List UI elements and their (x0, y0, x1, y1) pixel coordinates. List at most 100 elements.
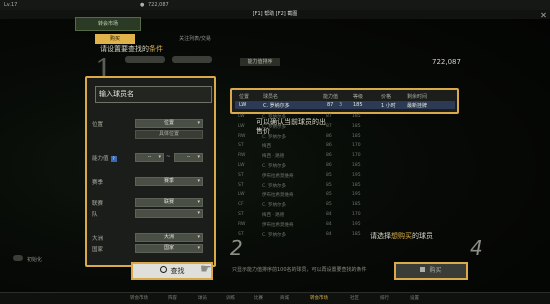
table-row[interactable]: RW 梅西 · 路德 86 170 (234, 152, 456, 159)
table-row[interactable]: ST 伊布拉希莫维奇 85 195 (234, 172, 456, 179)
row-pos: LW (238, 163, 245, 168)
row-ovr: 85 (326, 202, 332, 208)
row-ovr: 87 (326, 114, 332, 119)
row-count: 185 (352, 133, 361, 139)
row-count: 185 (353, 102, 363, 108)
nav-item[interactable]: 转会市场 (130, 295, 148, 301)
close-icon[interactable] (541, 12, 546, 17)
col-position: 位置 (239, 94, 250, 100)
table-row[interactable]: ST 梅西 86 170 (234, 142, 456, 149)
nav-item[interactable]: 排行 (380, 295, 389, 301)
tip-select-player: 请选择想购买的球员 (370, 232, 433, 241)
coin-balance: 722,087 (432, 58, 461, 66)
row-count: 195 (352, 221, 361, 227)
table-row[interactable]: CF C. 罗纳尔多 85 185 (234, 201, 456, 208)
row-ovr: 84 (326, 221, 332, 227)
row-pos: CF (238, 202, 244, 208)
nav-item[interactable]: 阵容 (168, 295, 177, 301)
row-name: 梅西 · 路德 (262, 154, 285, 160)
row-pos: ST (238, 212, 244, 217)
row-count: 170 (352, 212, 361, 217)
row-pos: RW (238, 153, 246, 159)
row-name: 伊布拉希莫维奇 (262, 173, 294, 179)
tip2-line1: 可以确认当前球员的出 (256, 118, 326, 126)
row-pos: LW (238, 123, 245, 129)
row-pos: ST (238, 172, 244, 178)
field-label-position: 位置 (92, 122, 104, 128)
field-label-country: 国家 (92, 247, 104, 253)
coin-count: 722,087 (148, 2, 169, 8)
buy-button[interactable]: 购买 (394, 262, 468, 280)
field-label-season: 赛季 (92, 180, 104, 186)
nav-item[interactable]: 比赛 (254, 295, 263, 301)
selected-player-card[interactable]: 位置 球员名 能力值 等级 价格 剩余时间 LW C. 罗纳尔多 87 3 18… (230, 88, 459, 114)
nav-item[interactable]: 社区 (350, 295, 359, 301)
row-count: 195 (352, 172, 361, 178)
row-ovr: 86 (326, 133, 332, 139)
league-dropdown[interactable]: 联赛 (135, 198, 203, 207)
buy-label: 购买 (429, 267, 442, 274)
tip-price: 可以确认当前球员的出 售价 (256, 118, 326, 136)
detail-position-button[interactable]: 具体位置 (135, 130, 203, 139)
field-label-team: 队 (92, 212, 98, 218)
season-dropdown[interactable]: 赛季 (135, 177, 203, 186)
row-pos: ST (238, 231, 244, 237)
table-row[interactable]: LW C. 罗纳尔多 86 185 (234, 162, 456, 169)
field-label-continent: 大洲 (92, 236, 104, 242)
row-ovr: 86 (326, 163, 332, 168)
tip3-suffix: 的球员 (412, 232, 433, 240)
nav-item[interactable]: 商城 (280, 295, 289, 301)
row-name: 伊布拉希莫维奇 (262, 193, 294, 199)
table-row[interactable]: RW 伊布拉希莫维奇 84 195 (234, 221, 456, 228)
table-row[interactable]: LW 伊布拉希莫维奇 85 195 (234, 191, 456, 198)
row-ovr: 84 (326, 212, 332, 217)
step-number-2: 2 (230, 236, 243, 260)
tip-highlight: 条件 (149, 45, 163, 53)
subtab-buy[interactable]: 购买 (95, 34, 135, 44)
nav-item[interactable]: 球员 (198, 295, 207, 301)
ability-max-dropdown[interactable]: -- (174, 153, 203, 162)
reset-toggle[interactable] (13, 255, 23, 261)
col-ability: 能力值 (323, 94, 339, 100)
help-icon[interactable]: ? (110, 156, 117, 162)
tab-transfer-market[interactable]: 转会市场 (75, 17, 141, 31)
row-name: C. 罗纳尔多 (262, 203, 287, 209)
row-name: C. 罗纳尔多 (262, 232, 287, 238)
coin-icon: ● (140, 2, 145, 8)
position-dropdown[interactable]: 位置 (135, 119, 203, 128)
subtab-watchlist[interactable]: 关注列表/交易 (160, 34, 230, 44)
filter-panel: 输入球员名 位置 位置 具体位置 能力值? -- ~ -- 赛季 赛季 联赛 联… (85, 76, 216, 267)
player-name-input[interactable]: 输入球员名 (95, 86, 212, 103)
nav-item[interactable]: 训练 (226, 295, 235, 301)
col-price: 价格 (381, 94, 392, 100)
row-level: 3 (339, 102, 343, 108)
row-name: C. 罗纳尔多 (262, 164, 287, 169)
nav-item[interactable]: 设置 (410, 295, 419, 301)
row-status: 最新挂牌 (407, 103, 428, 109)
ability-min-dropdown[interactable]: -- (135, 153, 164, 162)
continent-dropdown[interactable]: 大洲 (135, 233, 203, 242)
sort-dropdown[interactable]: 能力值排序 (240, 58, 280, 66)
row-name: 梅西 · 路德 (262, 213, 285, 218)
nav-item-active[interactable]: 转会市场 (310, 295, 328, 301)
row-count: 185 (352, 202, 361, 208)
team-dropdown[interactable] (135, 209, 203, 218)
row-ovr: 86 (326, 153, 332, 159)
table-row[interactable]: LW C. 罗纳尔多 87 3 185 1 小时 最新挂牌 (235, 101, 455, 109)
row-count: 185 (352, 163, 361, 168)
field-label-league: 联赛 (92, 201, 104, 207)
row-ovr: 87 (326, 123, 332, 129)
table-row[interactable]: ST C. 罗纳尔多 85 185 (234, 182, 456, 189)
row-position: LW (239, 102, 247, 108)
row-ovr: 85 (326, 172, 332, 178)
row-count: 185 (352, 123, 361, 129)
step-number-4: 4 (470, 236, 483, 260)
filter-pill[interactable] (125, 56, 165, 63)
filter-pill[interactable] (172, 56, 212, 63)
row-name: C. 罗纳尔多 (263, 103, 290, 109)
country-dropdown[interactable]: 国家 (135, 244, 203, 253)
window-title: [F1] 帮助 [F2] 截图 (252, 11, 298, 17)
row-ovr: 84 (326, 231, 332, 237)
row-price: 1 小时 (381, 103, 396, 109)
table-row[interactable]: ST 梅西 · 路德 84 170 (234, 211, 456, 218)
